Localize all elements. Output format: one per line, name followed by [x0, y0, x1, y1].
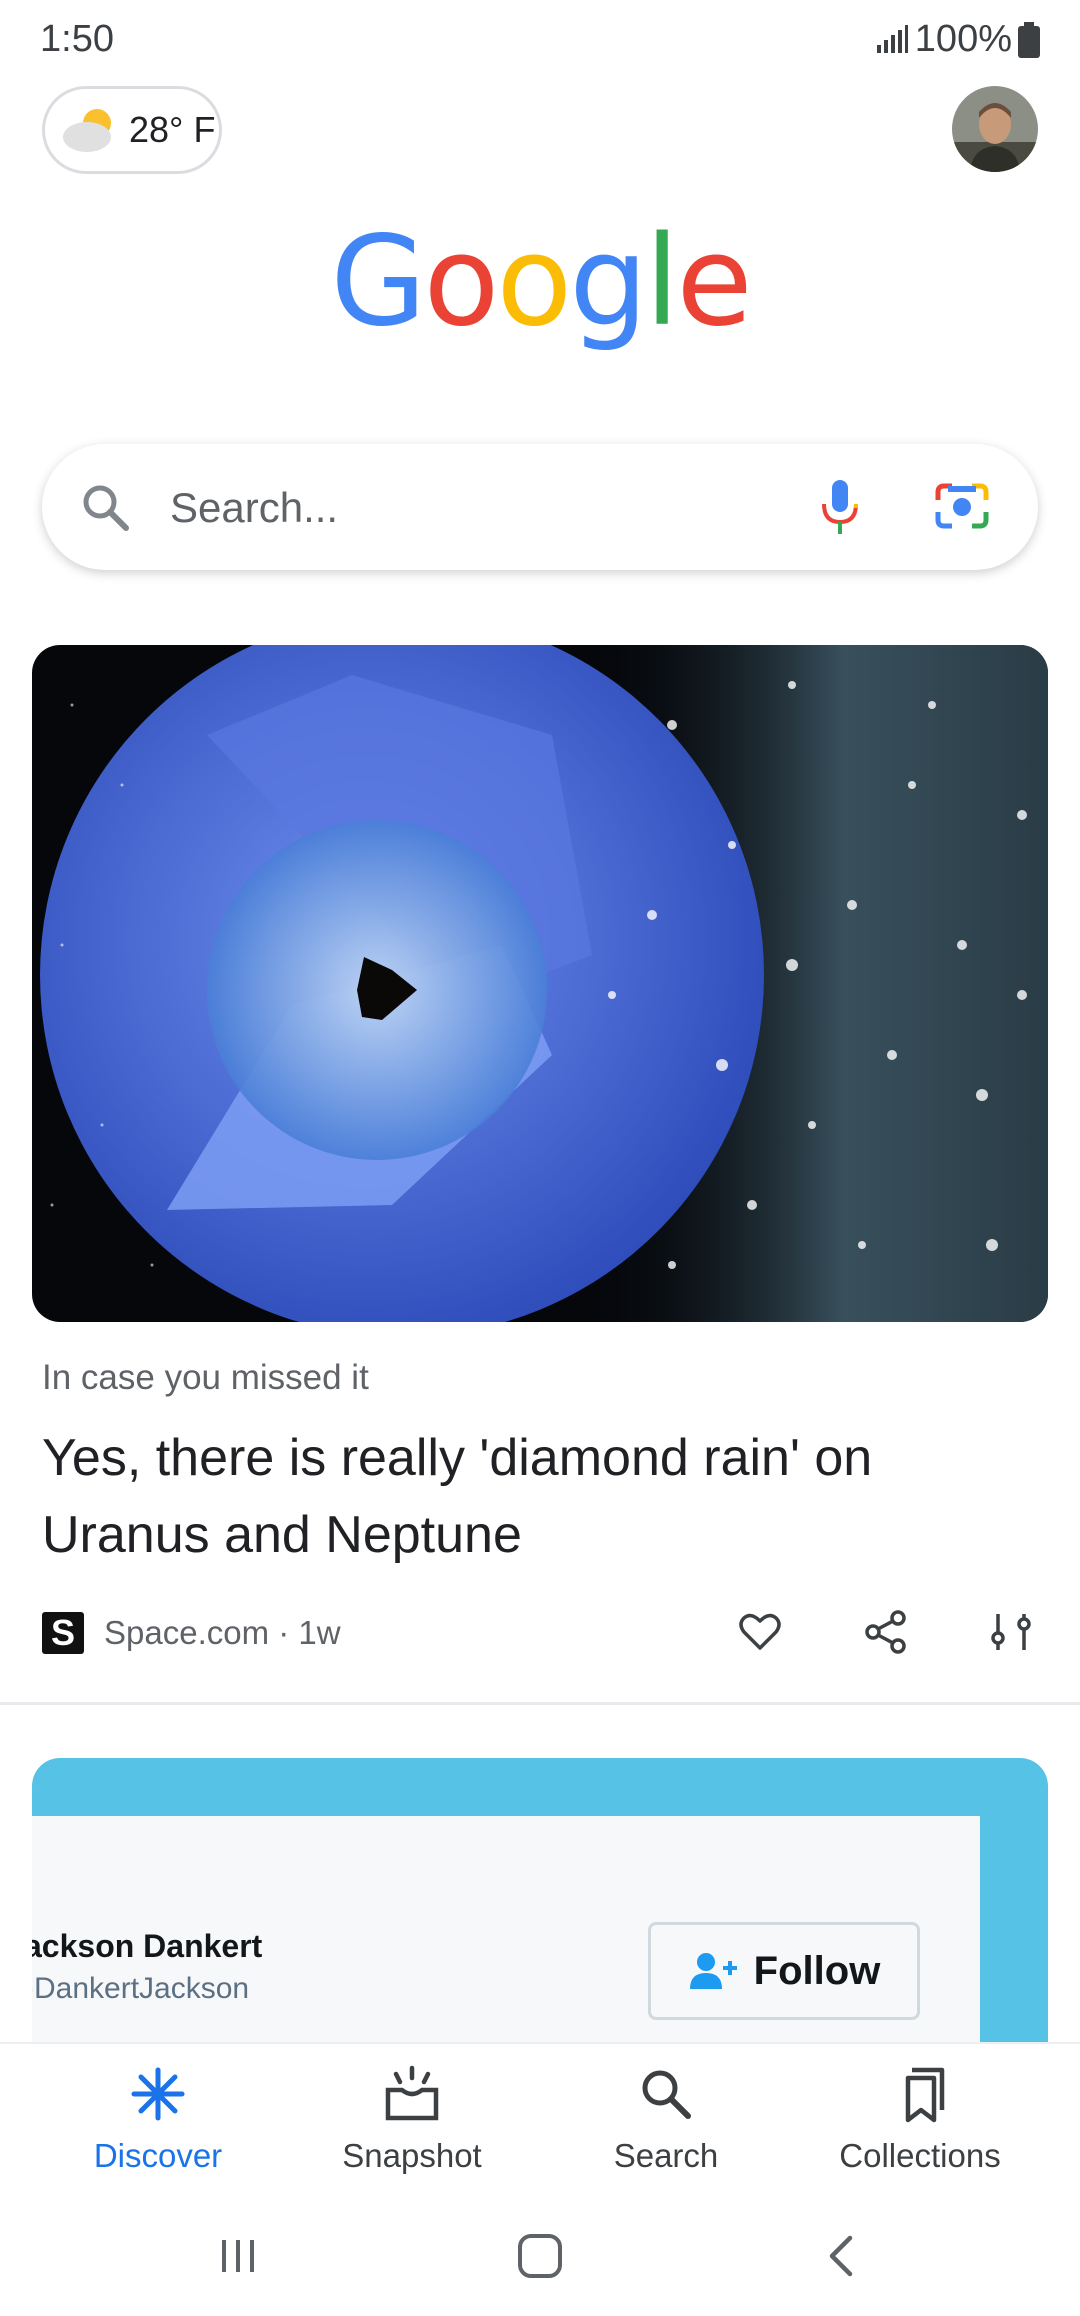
system-navigation-bar [0, 2212, 1080, 2316]
card-context-label: In case you missed it [42, 1358, 369, 1397]
nav-search-label: Search [613, 2137, 719, 2174]
discover-icon [131, 2067, 185, 2121]
google-lens-icon[interactable] [934, 480, 990, 532]
tune-icon [991, 1614, 1031, 1650]
profile-handle: )DankertJackson [32, 1972, 250, 2005]
space-com-logo: S [42, 1612, 84, 1654]
battery-icon [1018, 21, 1040, 58]
collections-icon [905, 2067, 945, 2123]
heart-icon [739, 1613, 781, 1650]
profile-name: ackson Dankert [32, 1928, 263, 1964]
follow-label: Follow [753, 1948, 881, 1993]
nav-collections-label: Collections [839, 2137, 1001, 2174]
weather-temperature: 28° F [129, 109, 216, 150]
nav-snapshot-label: Snapshot [342, 2137, 482, 2174]
logo-letter: o [496, 210, 572, 354]
search-icon [83, 485, 129, 531]
neptune-diamond-rain-illustration [32, 645, 1048, 1322]
nav-collections[interactable]: Collections [795, 2064, 1045, 2175]
twitter-profile-panel: ackson Dankert )DankertJackson Follow [32, 1816, 980, 2048]
weather-chip[interactable]: 28° F [42, 86, 222, 174]
logo-letter: l [644, 210, 679, 354]
back-icon[interactable] [818, 2232, 866, 2280]
feed-divider [0, 1702, 1080, 1705]
logo-letter: e [676, 210, 752, 354]
status-indicators: 100% [875, 18, 1040, 61]
twitter-card-image[interactable]: ackson Dankert )DankertJackson Follow [32, 1758, 1048, 2048]
add-person-icon [689, 1953, 737, 1989]
like-button[interactable] [730, 1602, 790, 1662]
search-icon [642, 2070, 691, 2119]
article-source[interactable]: S Space.com · 1w [42, 1608, 341, 1658]
nav-snapshot[interactable]: Snapshot [287, 2064, 537, 2175]
home-icon[interactable] [514, 2230, 566, 2282]
search-input[interactable] [168, 444, 812, 572]
partly-cloudy-icon [63, 109, 111, 152]
search-bar[interactable] [42, 444, 1038, 572]
nav-discover-label: Discover [93, 2137, 223, 2174]
status-time: 1:50 [40, 18, 114, 60]
logo-letter: G [330, 210, 426, 354]
logo-letter: g [569, 210, 648, 354]
share-button[interactable] [856, 1602, 916, 1662]
snapshot-icon [385, 2065, 439, 2121]
article-image[interactable] [32, 645, 1048, 1322]
microphone-icon[interactable] [816, 478, 864, 538]
source-and-age: Space.com · 1w [104, 1614, 341, 1651]
recent-apps-icon[interactable] [214, 2232, 262, 2280]
signal-icon [876, 24, 908, 53]
article-title[interactable]: Yes, there is really 'diamond rain' on U… [42, 1420, 1002, 1574]
nav-search[interactable]: Search [541, 2064, 791, 2175]
customize-feed-button[interactable] [982, 1602, 1042, 1662]
follow-button[interactable]: Follow [648, 1922, 920, 2020]
share-icon [865, 1610, 906, 1654]
nav-discover[interactable]: Discover [33, 2064, 283, 2175]
avatar-image [952, 86, 1038, 172]
account-avatar[interactable] [952, 86, 1038, 172]
logo-letter: o [423, 210, 499, 354]
bottom-navigation: Discover Snapshot Search Collections [0, 2042, 1080, 2214]
google-logo: Google [0, 210, 1080, 354]
battery-percent: 100% [914, 18, 1012, 60]
